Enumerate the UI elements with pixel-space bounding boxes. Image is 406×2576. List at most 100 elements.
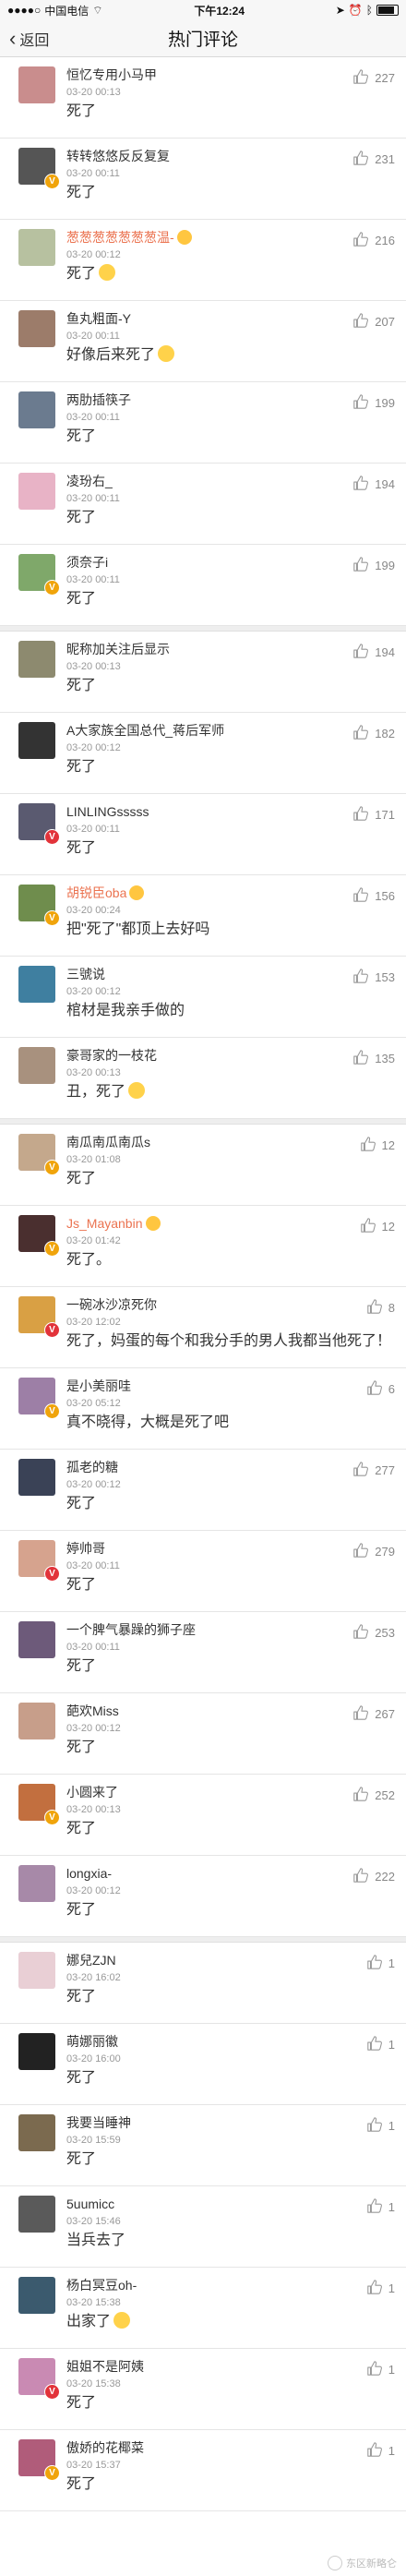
like-button[interactable]: 156: [352, 886, 395, 906]
like-button[interactable]: 277: [352, 1461, 395, 1480]
comment-username[interactable]: 两肋插筷子: [66, 392, 131, 407]
avatar[interactable]: [18, 641, 55, 678]
comment-username[interactable]: 我要当睡神: [66, 2115, 131, 2130]
like-button[interactable]: 231: [352, 150, 395, 169]
comment-username[interactable]: 5uumicc: [66, 2197, 114, 2211]
avatar[interactable]: [18, 2277, 55, 2314]
comment-username[interactable]: 小圆来了: [66, 1785, 118, 1800]
comment-username-row: 小圆来了: [66, 1784, 395, 1800]
like-button[interactable]: 279: [352, 1542, 395, 1561]
status-left: ●●●●○ 中国电信 ⌔: [7, 3, 103, 18]
comment-username[interactable]: A大家族全国总代_蒋后军师: [66, 723, 224, 738]
like-button[interactable]: 12: [360, 1217, 395, 1236]
like-button[interactable]: 199: [352, 556, 395, 575]
comment-time: 03-20 00:13: [66, 1067, 121, 1078]
like-button[interactable]: 1: [366, 2441, 395, 2461]
comment-username[interactable]: 须奈子i: [66, 555, 108, 570]
avatar[interactable]: [18, 1865, 55, 1902]
comment-username[interactable]: 葩欢Miss: [66, 1703, 119, 1718]
like-button[interactable]: 153: [352, 968, 395, 987]
avatar[interactable]: [18, 966, 55, 1003]
thumbs-up-icon: [366, 1954, 383, 1973]
like-button[interactable]: 199: [352, 393, 395, 413]
like-button[interactable]: 6: [366, 1379, 395, 1399]
comment-text: 死了: [66, 840, 97, 856]
like-button[interactable]: 227: [352, 68, 395, 88]
like-button[interactable]: 12: [360, 1136, 395, 1155]
avatar[interactable]: [18, 1459, 55, 1496]
comment-time: 03-20 00:11: [66, 1560, 120, 1571]
comment-username[interactable]: 凌玢右_: [66, 474, 113, 488]
comment-username[interactable]: Js_Mayanbin: [66, 1216, 143, 1231]
like-button[interactable]: 1: [366, 2197, 395, 2217]
comment-username[interactable]: 转转悠悠反反复复: [66, 149, 170, 163]
comment-username[interactable]: 姐姐不是阿姨: [66, 2359, 144, 2374]
comment-username[interactable]: 胡锐臣oba: [66, 885, 126, 900]
comment-username-row: 姐姐不是阿姨: [66, 2358, 395, 2375]
like-count: 1: [388, 2119, 395, 2133]
comment-username[interactable]: 南瓜南瓜南瓜s: [66, 1135, 150, 1150]
avatar[interactable]: [18, 2196, 55, 2233]
like-button[interactable]: 194: [352, 643, 395, 662]
comment-username[interactable]: 傲娇的花椰菜: [66, 2440, 144, 2455]
comment-username[interactable]: 豪哥家的一枝花: [66, 1048, 157, 1063]
comment-username-row: 5uumicc: [66, 2196, 395, 2212]
comment-username[interactable]: 葱葱葱葱葱葱葱温-: [66, 230, 174, 245]
avatar[interactable]: [18, 722, 55, 759]
comment-text: 死了: [66, 1577, 97, 1593]
like-button[interactable]: 135: [352, 1049, 395, 1068]
comment-time: 03-20 15:38: [66, 2378, 121, 2389]
comment-username[interactable]: 三號说: [66, 967, 105, 981]
comment-body: Js_Mayanbin 03-20 01:42 死了。: [66, 1215, 395, 1286]
like-button[interactable]: 1: [366, 1954, 395, 1973]
avatar[interactable]: [18, 2033, 55, 2070]
comment-username[interactable]: 杨白冥豆oh-: [66, 2278, 137, 2293]
like-button[interactable]: 182: [352, 724, 395, 743]
like-button[interactable]: 1: [366, 2279, 395, 2298]
avatar[interactable]: [18, 229, 55, 266]
avatar[interactable]: [18, 2114, 55, 2151]
verified-badge-icon: V: [44, 1810, 60, 1825]
like-button[interactable]: 253: [352, 1623, 395, 1643]
avatar[interactable]: [18, 473, 55, 510]
comment-username[interactable]: longxia-: [66, 1866, 112, 1881]
back-label: 返回: [19, 32, 50, 49]
comment-username[interactable]: 婷帅哥: [66, 1541, 105, 1556]
comment-text: 死了: [66, 2070, 97, 2086]
comment-username[interactable]: 是小美丽哇: [66, 1378, 131, 1393]
avatar[interactable]: [18, 1952, 55, 1989]
like-button[interactable]: 252: [352, 1786, 395, 1805]
comment-item: 娜兒ZJN 03-20 16:02 死了 1: [0, 1943, 406, 2024]
avatar[interactable]: [18, 1621, 55, 1658]
comment-username[interactable]: 一碗冰沙凉死你: [66, 1297, 157, 1312]
like-button[interactable]: 1: [366, 2035, 395, 2054]
like-button[interactable]: 216: [352, 231, 395, 250]
comment-username[interactable]: LINLINGsssss: [66, 804, 149, 819]
like-button[interactable]: 171: [352, 805, 395, 825]
like-button[interactable]: 8: [366, 1298, 395, 1318]
comment-username[interactable]: 娜兒ZJN: [66, 1953, 116, 1968]
avatar[interactable]: [18, 310, 55, 347]
avatar[interactable]: [18, 1703, 55, 1739]
comment-username[interactable]: 萌娜丽徽: [66, 2034, 118, 2049]
avatar[interactable]: [18, 1047, 55, 1084]
back-button[interactable]: ‹ 返回: [0, 28, 49, 50]
like-button[interactable]: 1: [366, 2116, 395, 2136]
like-button[interactable]: 1: [366, 2360, 395, 2379]
comment-username[interactable]: 孤老的糖: [66, 1460, 118, 1475]
comment-username[interactable]: 一个脾气暴躁的狮子座: [66, 1622, 196, 1637]
verified-badge-icon: V: [44, 2465, 60, 2481]
like-button[interactable]: 207: [352, 312, 395, 331]
comment-username[interactable]: 鱼丸粗面-Y: [66, 311, 131, 326]
like-button[interactable]: 267: [352, 1704, 395, 1724]
comment-username[interactable]: 昵称加关注后显示: [66, 642, 170, 656]
avatar[interactable]: [18, 391, 55, 428]
comment-item: V LINLINGsssss 03-20 00:11 死了 171: [0, 794, 406, 875]
avatar[interactable]: [18, 66, 55, 103]
comment-body: 两肋插筷子 03-20 00:11 死了: [66, 391, 395, 463]
like-button[interactable]: 194: [352, 475, 395, 494]
comment-username[interactable]: 恒忆专用小马甲: [66, 67, 157, 82]
like-count: 227: [375, 71, 395, 85]
like-button[interactable]: 222: [352, 1867, 395, 1886]
comment-text-row: 死了: [66, 2393, 395, 2413]
